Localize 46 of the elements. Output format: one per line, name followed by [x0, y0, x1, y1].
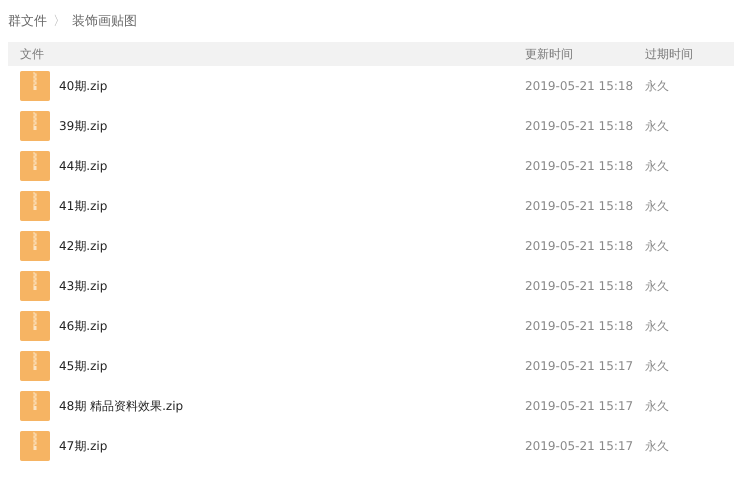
file-name[interactable]: 46期.zip — [59, 318, 108, 334]
updated-time: 2019-05-21 15:18 — [525, 319, 634, 333]
zip-file-icon — [20, 151, 50, 181]
expiry-time: 永久 — [645, 198, 670, 214]
zip-file-icon — [20, 391, 50, 421]
zip-file-icon — [20, 431, 50, 461]
file-name[interactable]: 44期.zip — [59, 158, 108, 174]
zip-file-icon — [20, 231, 50, 261]
column-header[interactable]: 文件 — [8, 42, 525, 66]
zip-file-icon — [20, 311, 50, 341]
expiry-time: 永久 — [645, 78, 670, 94]
updated-time: 2019-05-21 15:17 — [525, 399, 634, 413]
updated-time: 2019-05-21 15:18 — [525, 79, 634, 93]
updated-time: 2019-05-21 15:17 — [525, 439, 634, 453]
file-name[interactable]: 39期.zip — [59, 118, 108, 134]
expiry-time: 永久 — [645, 238, 670, 254]
zip-file-icon — [20, 71, 50, 101]
expiry-time: 永久 — [645, 358, 670, 374]
file-name[interactable]: 42期.zip — [59, 238, 108, 254]
updated-time: 2019-05-21 15:18 — [525, 119, 634, 133]
updated-time: 2019-05-21 15:17 — [525, 359, 634, 373]
updated-time: 2019-05-21 15:18 — [525, 239, 634, 253]
file-name[interactable]: 45期.zip — [59, 358, 108, 374]
zip-file-icon — [20, 191, 50, 221]
zip-file-icon — [20, 271, 50, 301]
column-header[interactable]: 更新时间 — [525, 42, 645, 66]
breadcrumb-separator: 〉 — [53, 13, 66, 30]
updated-time: 2019-05-21 15:18 — [525, 279, 634, 293]
updated-time: 2019-05-21 15:18 — [525, 199, 634, 213]
file-name[interactable]: 41期.zip — [59, 198, 108, 214]
file-name[interactable]: 40期.zip — [59, 78, 108, 94]
expiry-time: 永久 — [645, 158, 670, 174]
expiry-time: 永久 — [645, 278, 670, 294]
expiry-time: 永久 — [645, 438, 670, 454]
expiry-time: 永久 — [645, 318, 670, 334]
column-header[interactable]: 过期时间 — [645, 42, 725, 66]
file-name[interactable]: 43期.zip — [59, 278, 108, 294]
breadcrumb-item[interactable]: 装饰画贴图 — [72, 12, 137, 30]
updated-time: 2019-05-21 15:18 — [525, 159, 634, 173]
zip-file-icon — [20, 111, 50, 141]
breadcrumb-item[interactable]: 群文件 — [8, 12, 47, 30]
expiry-time: 永久 — [645, 398, 670, 414]
zip-file-icon — [20, 351, 50, 381]
file-name[interactable]: 48期 精品资料效果.zip — [59, 398, 184, 414]
file-name[interactable]: 47期.zip — [59, 438, 108, 454]
expiry-time: 永久 — [645, 118, 670, 134]
